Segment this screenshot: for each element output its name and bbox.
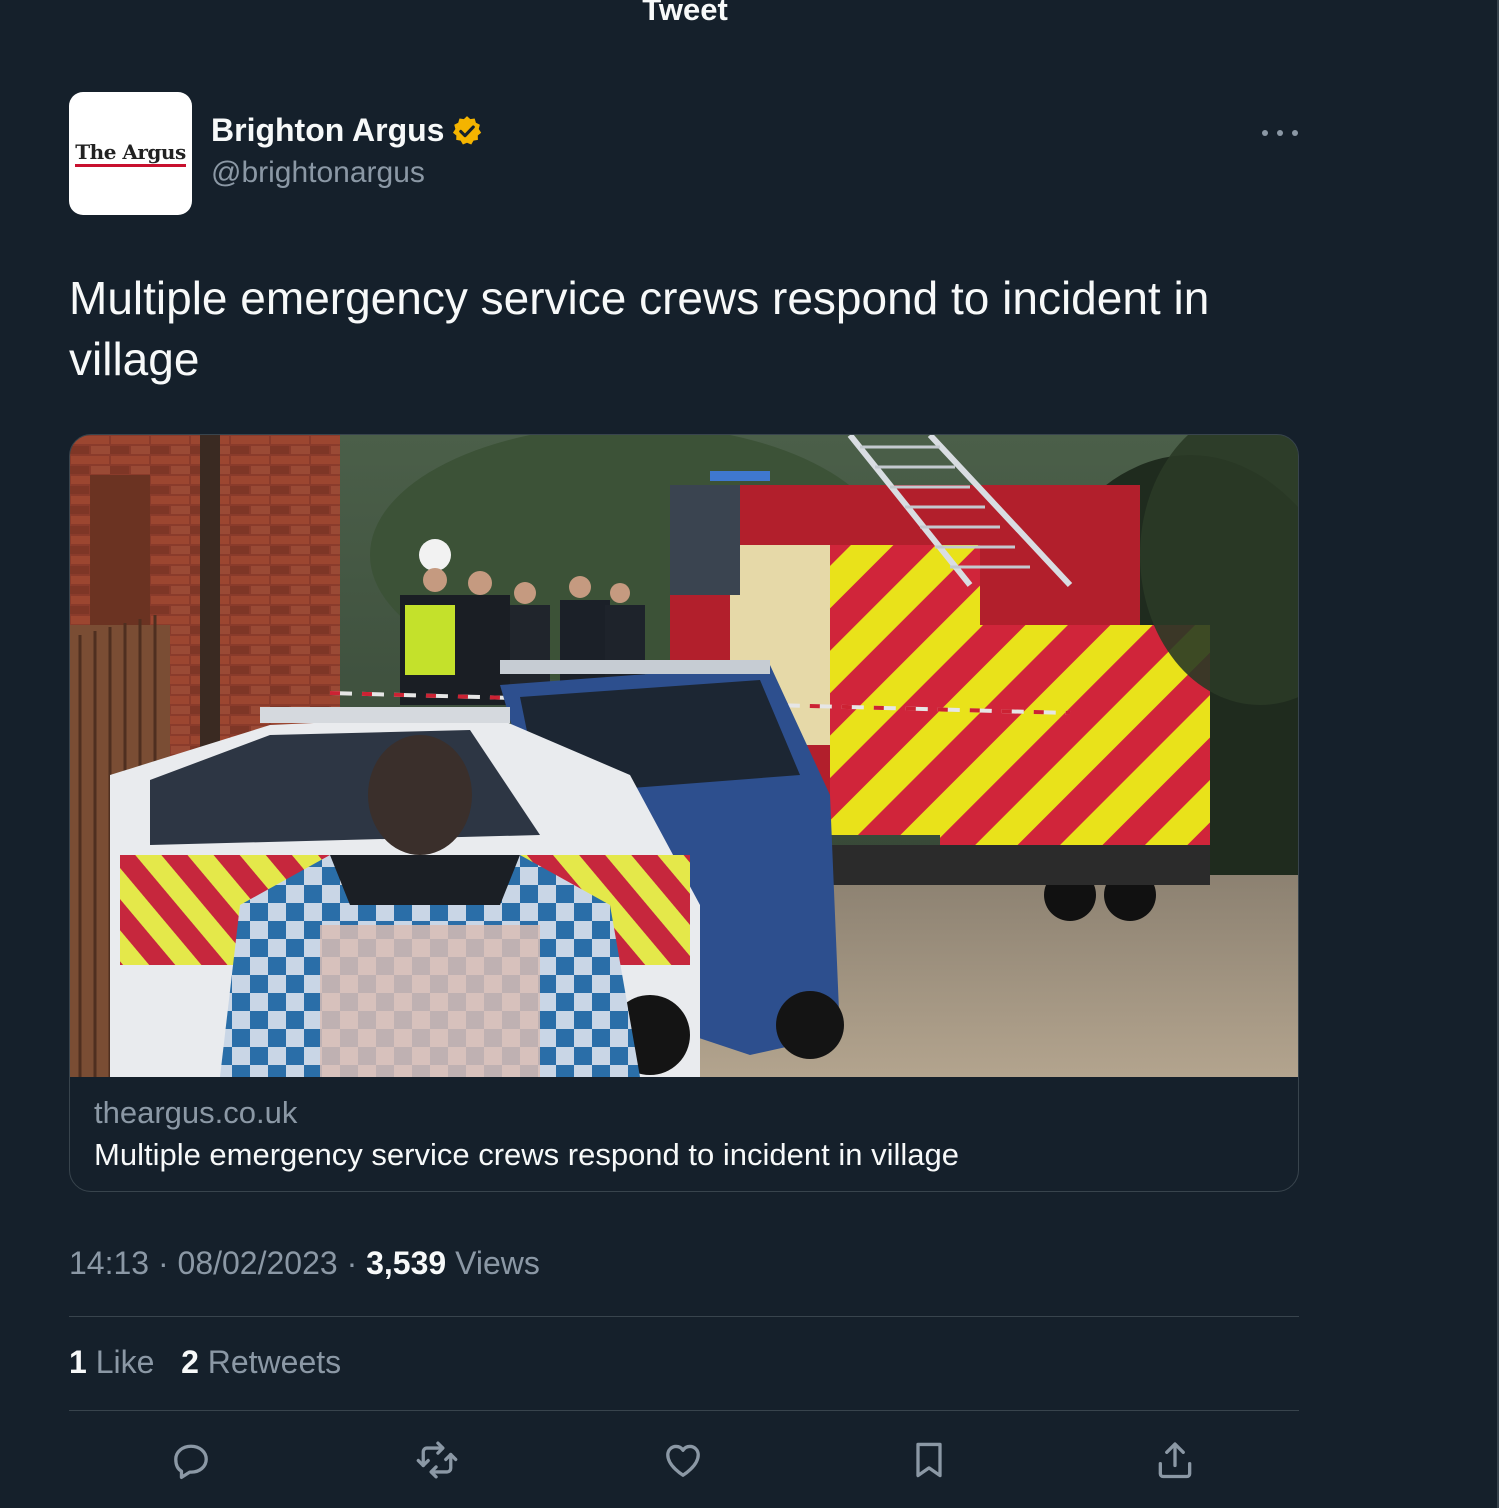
page-title: Tweet [642, 0, 728, 27]
avatar[interactable]: The Argus [69, 92, 192, 215]
divider [69, 1410, 1299, 1411]
views-label: Views [455, 1245, 540, 1281]
card-image[interactable] [70, 435, 1298, 1077]
author-handle[interactable]: @brightonargus [211, 156, 425, 190]
retweets-count: 2 [181, 1344, 199, 1380]
meta-separator: · [157, 1245, 169, 1281]
share-button[interactable] [1153, 1438, 1197, 1482]
retweet-button[interactable] [415, 1438, 459, 1482]
tweet-time[interactable]: 14:13 [69, 1245, 149, 1281]
retweets-stat[interactable]: 2 Retweets [181, 1344, 341, 1380]
card-title[interactable]: Multiple emergency service crews respond… [94, 1137, 959, 1173]
tweet-text: Multiple emergency service crews respond… [69, 272, 1210, 385]
bookmark-icon [916, 1442, 942, 1478]
verified-badge-icon [453, 115, 482, 144]
more-options-icon[interactable] [1262, 120, 1298, 146]
author-name[interactable]: Brighton Argus [211, 112, 444, 149]
tweet-meta: 14:13 · 08/02/2023 · 3,539 Views [69, 1245, 540, 1282]
retweets-label: Retweets [207, 1344, 342, 1380]
share-icon [1158, 1442, 1192, 1479]
bookmark-button[interactable] [907, 1438, 951, 1482]
retweet-icon [416, 1441, 458, 1479]
views-count: 3,539 [366, 1245, 447, 1281]
likes-stat[interactable]: 1 Like [69, 1344, 154, 1380]
divider [69, 1316, 1299, 1317]
link-card[interactable]: theargus.co.uk Multiple emergency servic… [69, 434, 1299, 1192]
author-name-row: Brighton Argus [211, 112, 484, 149]
reply-icon [174, 1444, 208, 1480]
likes-label: Like [95, 1344, 155, 1380]
heart-icon [666, 1444, 700, 1477]
engagement-stats: 1 Like 2 Retweets [69, 1344, 341, 1381]
reply-button[interactable] [169, 1438, 213, 1482]
tweet-date[interactable]: 08/02/2023 [178, 1245, 338, 1281]
card-domain[interactable]: theargus.co.uk [94, 1095, 297, 1131]
meta-separator: · [346, 1245, 358, 1281]
avatar-logo: The Argus [75, 141, 186, 167]
like-button[interactable] [661, 1438, 705, 1482]
likes-count: 1 [69, 1344, 87, 1380]
